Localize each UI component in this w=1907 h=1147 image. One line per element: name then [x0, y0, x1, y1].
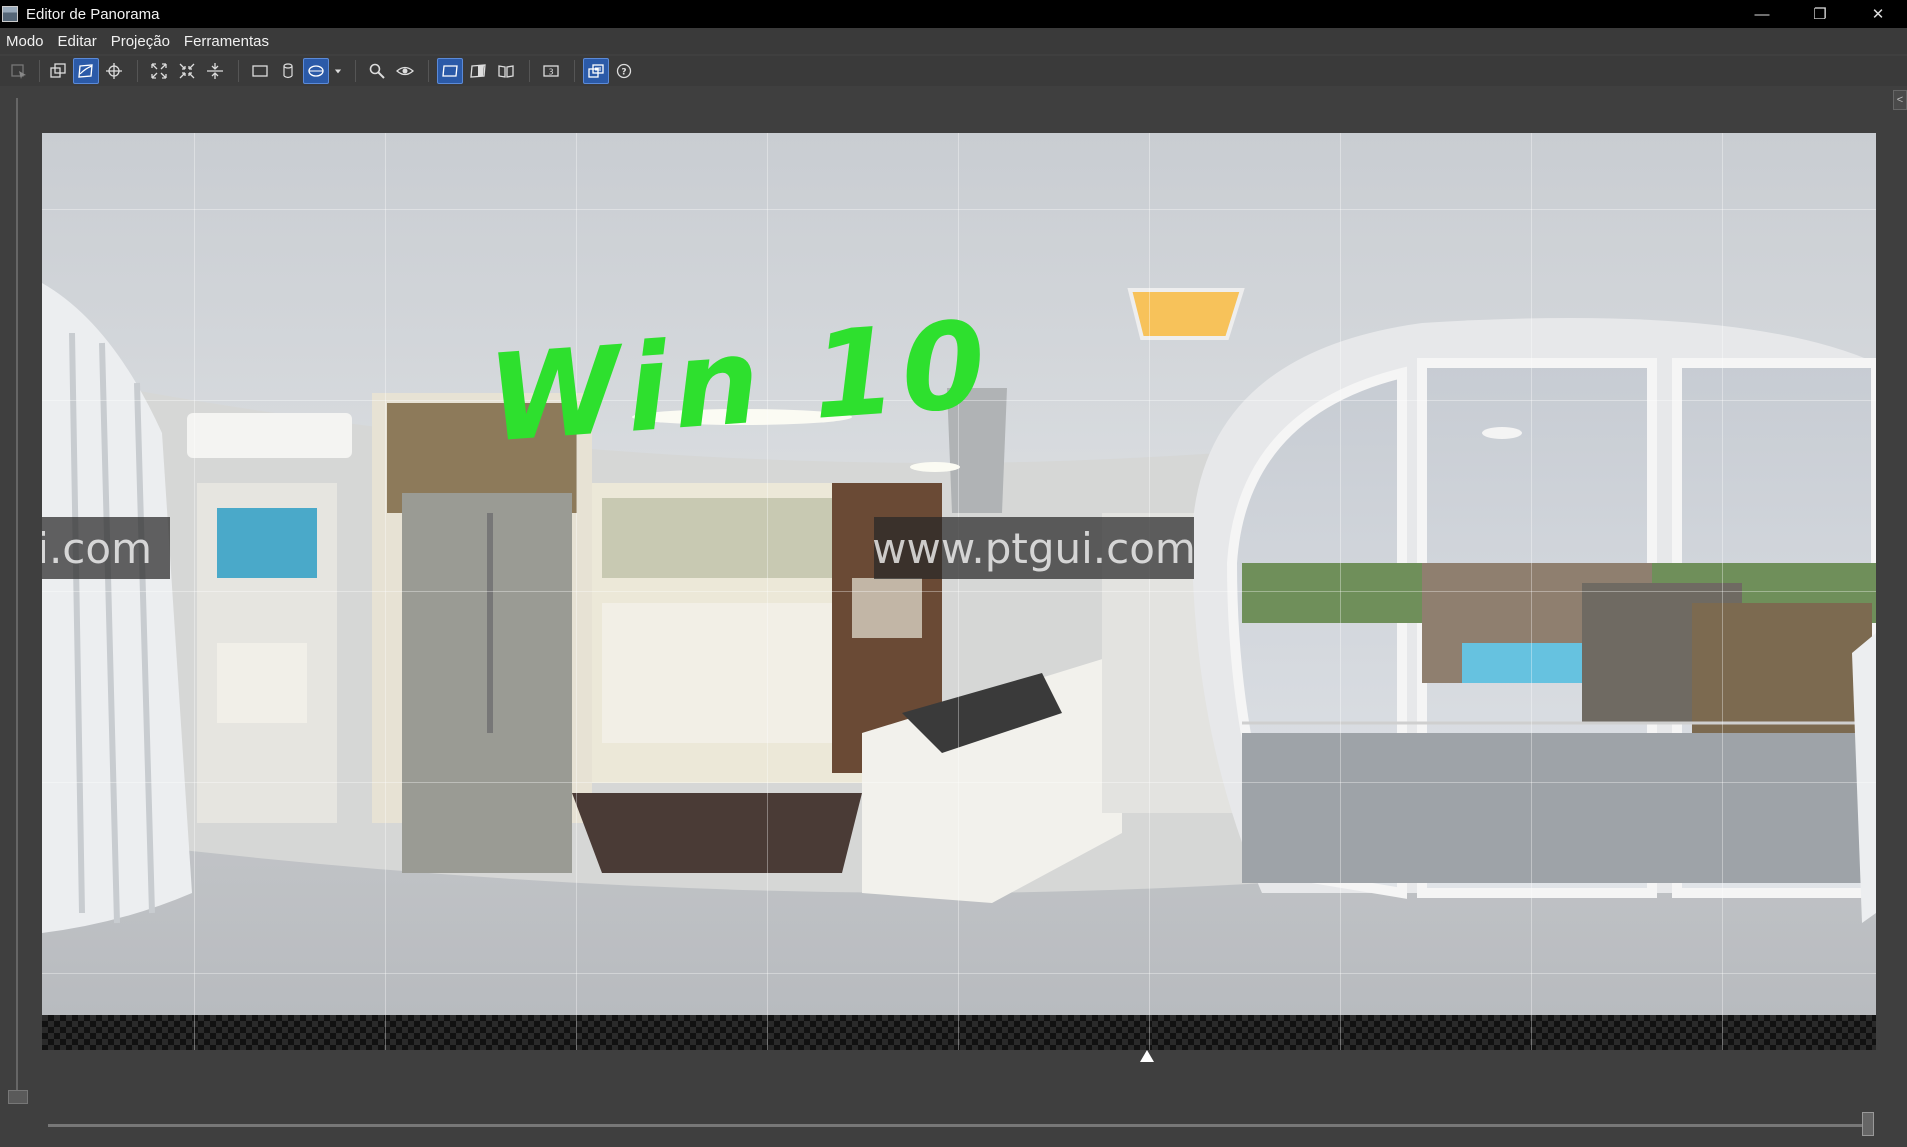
projection-dropdown-icon[interactable] — [331, 58, 345, 84]
drag-icon[interactable] — [73, 58, 99, 84]
menu-editar[interactable]: Editar — [51, 33, 104, 50]
equirectangular-icon[interactable] — [303, 58, 329, 84]
vertical-slider-handle[interactable] — [8, 1090, 28, 1104]
grid-line — [42, 209, 1876, 210]
toolbar: 3 ? — [0, 56, 1907, 86]
panorama-canvas[interactable]: ui.com www.ptgui.com Win 10 — [42, 133, 1876, 1050]
menu-projecao[interactable]: Projeção — [104, 33, 177, 50]
grid-icon[interactable] — [437, 58, 463, 84]
vertical-slider-track[interactable] — [16, 98, 18, 1098]
grid-line — [42, 973, 1876, 974]
half-icon[interactable] — [465, 58, 491, 84]
rectilinear-icon[interactable] — [247, 58, 273, 84]
grid-line — [42, 591, 1876, 592]
svg-text:3: 3 — [548, 68, 553, 77]
zoom-icon[interactable] — [364, 58, 390, 84]
restore-button[interactable]: ❐ — [1791, 0, 1849, 28]
straighten-icon[interactable] — [202, 58, 228, 84]
move-image-icon[interactable] — [45, 58, 71, 84]
fit-icon[interactable] — [146, 58, 172, 84]
center-point-icon[interactable] — [101, 58, 127, 84]
menu-ferramentas[interactable]: Ferramentas — [177, 33, 276, 50]
minimize-button[interactable]: — — [1733, 0, 1791, 28]
shrink-icon[interactable] — [174, 58, 200, 84]
horizontal-slider-thumb[interactable] — [1862, 1112, 1874, 1136]
window-title: Editor de Panorama — [26, 5, 160, 23]
number-3-icon[interactable]: 3 — [538, 58, 564, 84]
grid-line — [42, 782, 1876, 783]
title-bar: Editor de Panorama — ❐ ✕ — [0, 0, 1907, 28]
transparent-area — [42, 1015, 1876, 1050]
layers-icon[interactable] — [583, 58, 609, 84]
collapse-panel-icon[interactable]: < — [1893, 90, 1907, 110]
app-icon — [2, 6, 18, 22]
pages-icon[interactable] — [493, 58, 519, 84]
horizon-marker-icon[interactable] — [1140, 1050, 1154, 1062]
preview-icon[interactable] — [392, 58, 418, 84]
svg-text:?: ? — [621, 68, 626, 78]
help-icon[interactable]: ? — [611, 58, 637, 84]
select-icon[interactable] — [6, 58, 32, 84]
cylindrical-icon[interactable] — [275, 58, 301, 84]
menu-modo[interactable]: Modo — [0, 33, 51, 50]
watermark-center: www.ptgui.com — [872, 517, 1196, 579]
close-button[interactable]: ✕ — [1849, 0, 1907, 28]
watermark-left: ui.com — [42, 517, 170, 579]
horizontal-slider-track[interactable] — [48, 1124, 1868, 1127]
menu-bar: Modo Editar Projeção Ferramentas — [0, 28, 1907, 54]
